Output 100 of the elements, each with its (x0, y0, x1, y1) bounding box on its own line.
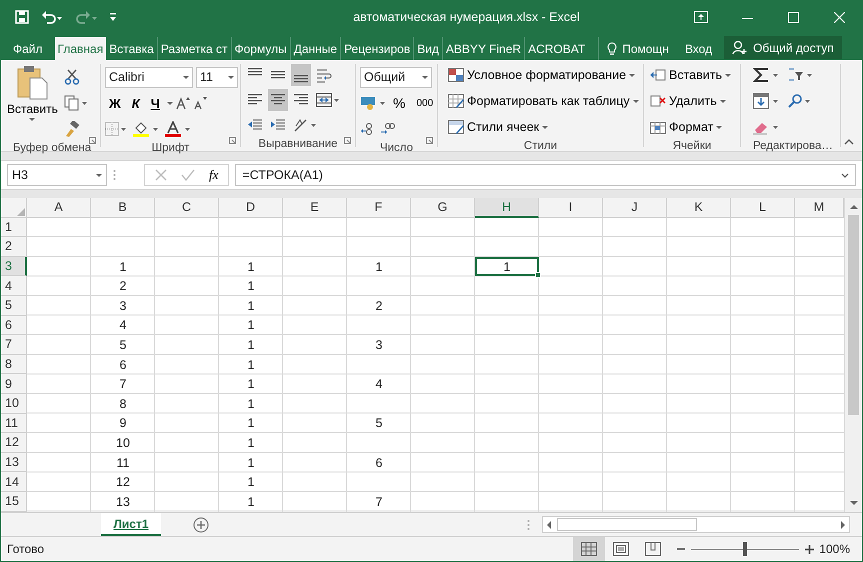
caret-icon[interactable] (720, 100, 726, 102)
name-box[interactable]: H3 (7, 164, 107, 186)
table-cell[interactable]: 1 (219, 452, 283, 472)
row-header[interactable]: 2 (1, 237, 27, 257)
font-color-icon[interactable] (165, 121, 191, 137)
row-header[interactable]: 6 (1, 316, 27, 336)
table-cell[interactable]: 1 (219, 335, 283, 355)
column-header[interactable]: A (27, 198, 91, 218)
maximize-icon[interactable] (788, 12, 798, 22)
table-cell[interactable]: 13 (91, 492, 155, 512)
row-header[interactable]: 1 (1, 218, 27, 238)
wrap-text-icon[interactable] (316, 67, 332, 83)
view-button[interactable] (573, 537, 605, 561)
caret-icon[interactable] (725, 74, 731, 76)
caret-icon[interactable] (632, 100, 639, 102)
caret-icon[interactable] (183, 76, 189, 78)
row-header[interactable]: 4 (1, 276, 27, 296)
ribbon-tab[interactable]: Вставка (106, 37, 157, 60)
row-header[interactable]: 3 (1, 256, 27, 276)
caret-icon[interactable] (166, 102, 173, 104)
close-icon[interactable] (834, 12, 844, 22)
column-header[interactable]: B (91, 198, 155, 218)
decrease-decimal-icon[interactable] (379, 122, 395, 136)
share-button[interactable]: Общий доступ (724, 36, 842, 59)
add-sheet-icon[interactable] (193, 516, 209, 532)
column-header[interactable]: K (667, 198, 731, 218)
table-cell[interactable]: 3 (347, 335, 411, 355)
ribbon-menu-button[interactable]: Вставить (648, 64, 733, 86)
bold-button[interactable]: Ж (105, 92, 125, 114)
sheet-tab[interactable]: Лист1 (101, 513, 161, 536)
table-cell[interactable]: 1 (219, 354, 283, 374)
table-cell[interactable]: 1 (219, 394, 283, 414)
column-header[interactable]: F (347, 198, 411, 218)
table-cell[interactable]: 9 (91, 414, 155, 434)
sum-icon[interactable] (753, 67, 779, 83)
row-header[interactable]: 11 (1, 414, 27, 434)
fill-handle[interactable] (535, 272, 541, 278)
row-header[interactable]: 8 (1, 354, 27, 374)
font-name-dropdown[interactable]: Calibri (105, 66, 193, 88)
underline-button[interactable]: Ч (146, 92, 164, 114)
save-icon[interactable] (15, 10, 29, 24)
table-cell[interactable]: 5 (347, 414, 411, 434)
zoom-in-icon[interactable] (805, 544, 814, 554)
table-cell[interactable]: 1 (219, 296, 283, 316)
expand-icon[interactable] (841, 172, 849, 178)
formula-field[interactable]: =СТРОКА(A1) (235, 164, 856, 186)
table-cell[interactable]: 10 (91, 433, 155, 453)
table-cell[interactable]: 1 (219, 316, 283, 336)
column-header[interactable]: I (539, 198, 603, 218)
dialog-launcher-icon[interactable] (89, 137, 96, 144)
slider-thumb[interactable] (743, 542, 747, 556)
dialog-launcher-icon[interactable] (344, 137, 351, 144)
table-cell[interactable]: 1 (219, 276, 283, 296)
table-cell[interactable]: 4 (91, 316, 155, 336)
caret-icon[interactable] (228, 76, 234, 78)
ribbon-menu-button[interactable]: Формат (648, 116, 733, 138)
collapse-ribbon-icon[interactable] (844, 139, 854, 145)
table-cell[interactable]: 1 (219, 472, 283, 492)
table-cell[interactable]: 1 (91, 256, 155, 276)
table-cell[interactable]: 2 (91, 276, 155, 296)
row-header[interactable]: 9 (1, 374, 27, 394)
paste-button[interactable]: Вставить (5, 64, 60, 140)
ribbon-menu-button[interactable]: Форматировать как таблицу (446, 90, 641, 112)
scroll-thumb[interactable] (557, 518, 697, 531)
shrink-font-icon[interactable] (192, 96, 207, 110)
search-icon[interactable] (787, 93, 811, 109)
table-cell[interactable]: 7 (347, 492, 411, 512)
font-size-dropdown[interactable]: 11 (196, 66, 238, 88)
caret-icon[interactable] (716, 126, 722, 128)
table-cell[interactable]: 1 (219, 256, 283, 276)
merge-cells-icon[interactable] (316, 92, 340, 108)
fill-color-icon[interactable] (133, 121, 159, 137)
sign-in-link[interactable]: Вход (678, 37, 718, 60)
ribbon-menu-button[interactable]: Удалить (648, 90, 733, 112)
ribbon-display-icon[interactable] (694, 11, 708, 23)
row-header[interactable]: 5 (1, 296, 27, 316)
table-cell[interactable]: 12 (91, 472, 155, 492)
insert-function-button[interactable]: fx (209, 167, 218, 183)
row-header[interactable]: 7 (1, 335, 27, 355)
table-cell[interactable]: 6 (91, 354, 155, 374)
row-header[interactable]: 12 (1, 433, 27, 453)
copy-icon[interactable] (64, 95, 88, 111)
column-header[interactable]: H (475, 198, 539, 218)
column-header[interactable]: G (411, 198, 475, 218)
percent-button[interactable]: % (389, 92, 410, 114)
currency-icon[interactable] (360, 95, 386, 111)
caret-icon[interactable] (542, 126, 548, 128)
table-cell[interactable]: 3 (91, 296, 155, 316)
sort-filter-icon[interactable] (787, 67, 813, 83)
fill-down-icon[interactable] (753, 93, 779, 109)
thousands-separator-button[interactable]: 000 (412, 92, 438, 114)
orientation-icon[interactable] (293, 117, 317, 133)
row-header[interactable]: 10 (1, 394, 27, 414)
horizontal-scrollbar[interactable] (542, 516, 850, 533)
caret-icon[interactable] (29, 118, 36, 121)
table-cell[interactable]: 1 (219, 433, 283, 453)
table-cell[interactable]: 5 (91, 335, 155, 355)
ribbon-tab[interactable]: Главная (54, 37, 106, 60)
scroll-thumb[interactable] (848, 215, 859, 415)
table-cell[interactable]: 11 (91, 452, 155, 472)
